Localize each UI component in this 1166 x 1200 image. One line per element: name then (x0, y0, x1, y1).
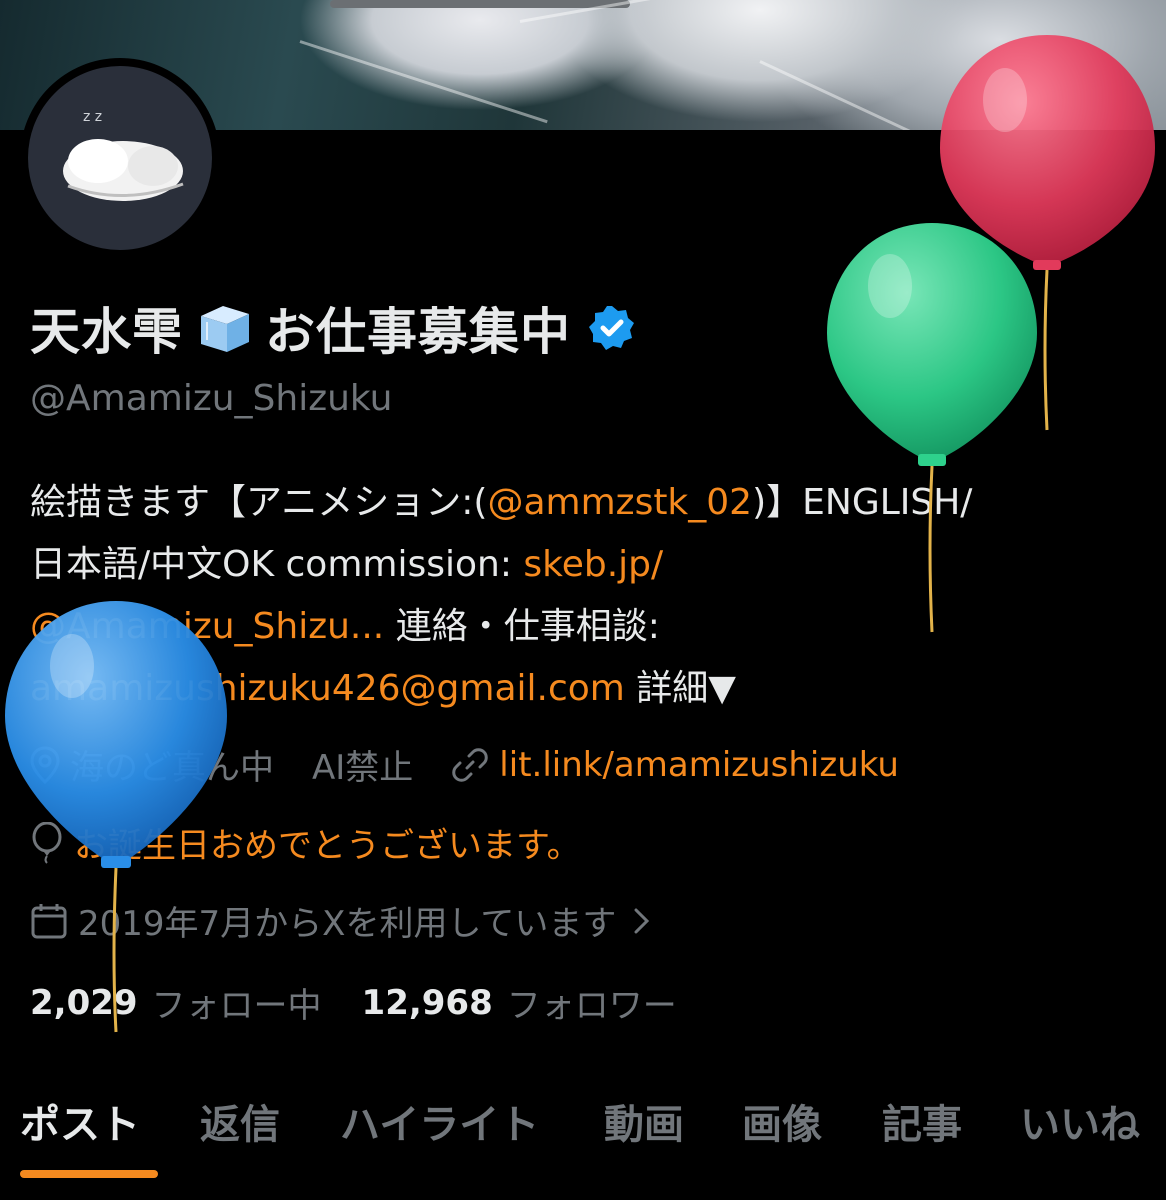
avatar[interactable]: z z (28, 66, 212, 250)
bio-skeb-link[interactable]: skeb.jp/ (523, 544, 663, 585)
banner-art-stroke (759, 60, 942, 130)
avatar-ring: z z (20, 58, 220, 258)
tab-likes[interactable]: いいね (1020, 1092, 1140, 1150)
note-text: AI禁止 (312, 748, 414, 788)
tab-articles[interactable]: 記事 (882, 1092, 962, 1150)
profile-name-row: 天水雫 お仕事募集中 (30, 292, 637, 364)
blue-balloon (5, 601, 227, 1033)
bio-text: 日本語/中文OK commission: (30, 544, 524, 585)
tab-posts[interactable]: ポスト (20, 1092, 140, 1150)
ice-cube-icon (193, 300, 255, 356)
active-tab-indicator (20, 1170, 158, 1178)
profile-handle: @Amamizu_Shizuku (30, 378, 393, 419)
tab-highlights[interactable]: ハイライト (340, 1092, 539, 1150)
profile-tabs: ポスト 返信 ハイライト 動画 画像 記事 いいね (0, 1080, 1166, 1200)
banner-art-stroke (299, 40, 548, 124)
verified-badge-icon[interactable] (587, 303, 637, 353)
tab-images[interactable]: 画像 (742, 1092, 822, 1150)
svg-text:z z: z z (83, 109, 102, 125)
website-item[interactable]: lit.link/amamizushizuku (451, 745, 899, 785)
website-link[interactable]: lit.link/amamizushizuku (499, 745, 899, 785)
bio-more-toggle[interactable]: 詳細▼ (625, 668, 736, 709)
display-name-part1: 天水雫 (30, 303, 183, 361)
tab-replies[interactable]: 返信 (200, 1092, 280, 1150)
green-balloon (827, 223, 1037, 633)
bio-text: 連絡・仕事相談: (384, 606, 660, 647)
link-icon (452, 747, 489, 782)
followers-count[interactable]: 12,968 (362, 983, 493, 1023)
bio-mention-link[interactable]: @ammzstk_02 (487, 482, 752, 523)
avatar-sleeping-creature-image: z z (63, 109, 184, 201)
display-name-part2: お仕事募集中 (265, 303, 571, 361)
tab-videos[interactable]: 動画 (604, 1092, 684, 1150)
banner-top-bar (330, 0, 630, 8)
bio-text: 絵描きます【アニメション:( (30, 482, 488, 523)
note-item: AI禁止 (312, 740, 413, 789)
followers-label[interactable]: フォロワー (507, 978, 677, 1027)
chevron-right-icon (634, 908, 650, 933)
